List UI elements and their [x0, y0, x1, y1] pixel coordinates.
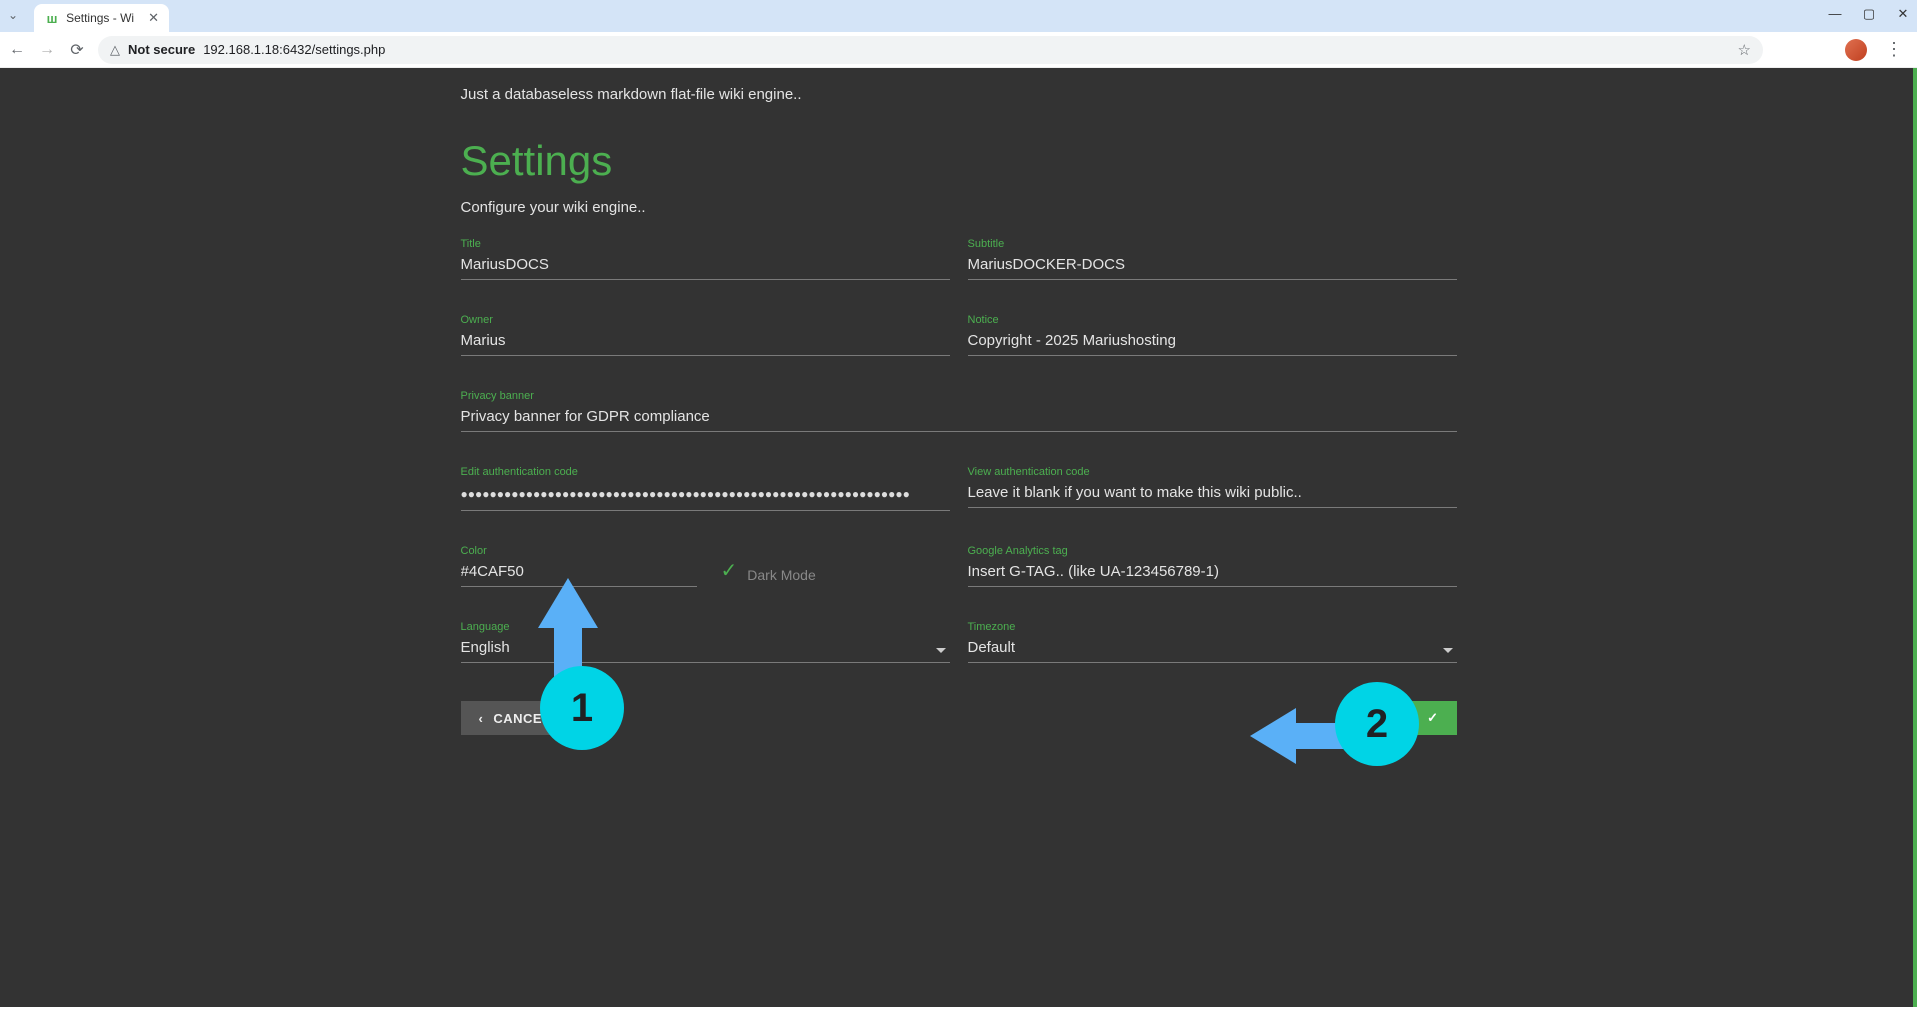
app-tagline: Just a databaseless markdown flat-file w…	[461, 86, 1457, 103]
nav-back-icon[interactable]: ←	[8, 41, 26, 59]
owner-label: Owner	[461, 314, 950, 326]
profile-avatar[interactable]	[1845, 39, 1867, 61]
window-minimize-icon[interactable]: —	[1827, 6, 1843, 22]
gtag-field: Google Analytics tag	[968, 545, 1457, 587]
page-subtitle: Configure your wiki engine..	[461, 199, 1457, 216]
tabs-menu-chevron[interactable]: ⌄	[0, 8, 26, 22]
title-label: Title	[461, 238, 950, 250]
cancel-label: CANCEL	[493, 711, 550, 726]
privacy-label: Privacy banner	[461, 390, 1457, 402]
view-auth-label: View authentication code	[968, 466, 1457, 478]
nav-forward-icon[interactable]: →	[38, 41, 56, 59]
color-field: Color	[461, 545, 697, 587]
timezone-field: Timezone	[968, 621, 1457, 663]
window-close-icon[interactable]: ✕	[1895, 6, 1911, 22]
dark-mode-toggle[interactable]: ✓ Dark Mode	[721, 545, 871, 587]
subtitle-field: Subtitle	[968, 238, 1457, 280]
chevron-down-icon	[936, 648, 946, 653]
edit-auth-field: Edit authentication code ●●●●●●●●●●●●●●●…	[461, 466, 950, 511]
notice-label: Notice	[968, 314, 1457, 326]
edit-auth-input[interactable]: ●●●●●●●●●●●●●●●●●●●●●●●●●●●●●●●●●●●●●●●●…	[461, 480, 950, 511]
bookmark-star-icon[interactable]: ☆	[1738, 41, 1751, 59]
tab-close-icon[interactable]: ✕	[148, 10, 159, 26]
notice-input[interactable]	[968, 328, 1457, 356]
save-label: SAVE	[1381, 711, 1417, 726]
nav-reload-icon[interactable]: ⟳	[68, 40, 86, 60]
page-body: Just a databaseless markdown flat-file w…	[0, 68, 1917, 1007]
view-auth-input[interactable]	[968, 480, 1457, 508]
title-input[interactable]	[461, 252, 950, 280]
title-field: Title	[461, 238, 950, 280]
chevron-down-icon	[1443, 648, 1453, 653]
gtag-input[interactable]	[968, 559, 1457, 587]
chevron-left-icon: ‹	[479, 711, 484, 726]
privacy-field: Privacy banner	[461, 390, 1457, 432]
cancel-button[interactable]: ‹ CANCEL	[461, 701, 569, 735]
color-dark-group: Color ✓ Dark Mode	[461, 545, 950, 587]
owner-input[interactable]	[461, 328, 950, 356]
checkmark-icon: ✓	[1427, 710, 1438, 726]
view-auth-field: View authentication code	[968, 466, 1457, 511]
notice-field: Notice	[968, 314, 1457, 356]
save-button[interactable]: SAVE ✓	[1363, 701, 1457, 735]
window-controls: — ▢ ✕	[1827, 6, 1911, 22]
language-select[interactable]	[461, 635, 950, 663]
tab-favicon: ш	[44, 10, 60, 26]
security-warning-icon: △	[110, 42, 120, 58]
language-field: Language	[461, 621, 950, 663]
scroll-accent-bar	[1913, 68, 1917, 1007]
edit-auth-label: Edit authentication code	[461, 466, 950, 478]
subtitle-label: Subtitle	[968, 238, 1457, 250]
security-label: Not secure	[128, 42, 195, 57]
address-url: 192.168.1.18:6432/settings.php	[203, 42, 385, 57]
subtitle-input[interactable]	[968, 252, 1457, 280]
language-label: Language	[461, 621, 950, 633]
timezone-label: Timezone	[968, 621, 1457, 633]
owner-field: Owner	[461, 314, 950, 356]
dark-mode-label: Dark Mode	[747, 567, 815, 583]
timezone-select[interactable]	[968, 635, 1457, 663]
page-title: Settings	[461, 137, 1457, 185]
address-bar[interactable]: △ Not secure 192.168.1.18:6432/settings.…	[98, 36, 1763, 64]
browser-menu-icon[interactable]: ⋮	[1879, 39, 1909, 60]
window-maximize-icon[interactable]: ▢	[1861, 6, 1877, 22]
scrollbar-track[interactable]	[1901, 68, 1913, 1007]
privacy-input[interactable]	[461, 404, 1457, 432]
browser-tab[interactable]: ш Settings - Wi ✕	[34, 4, 169, 32]
tab-title: Settings - Wi	[66, 11, 134, 25]
color-input[interactable]	[461, 559, 697, 587]
checkmark-icon: ✓	[721, 558, 738, 583]
browser-toolbar: ← → ⟳ △ Not secure 192.168.1.18:6432/set…	[0, 32, 1917, 68]
browser-tabbar: ⌄ ш Settings - Wi ✕ — ▢ ✕	[0, 0, 1917, 32]
color-label: Color	[461, 545, 697, 557]
gtag-label: Google Analytics tag	[968, 545, 1457, 557]
